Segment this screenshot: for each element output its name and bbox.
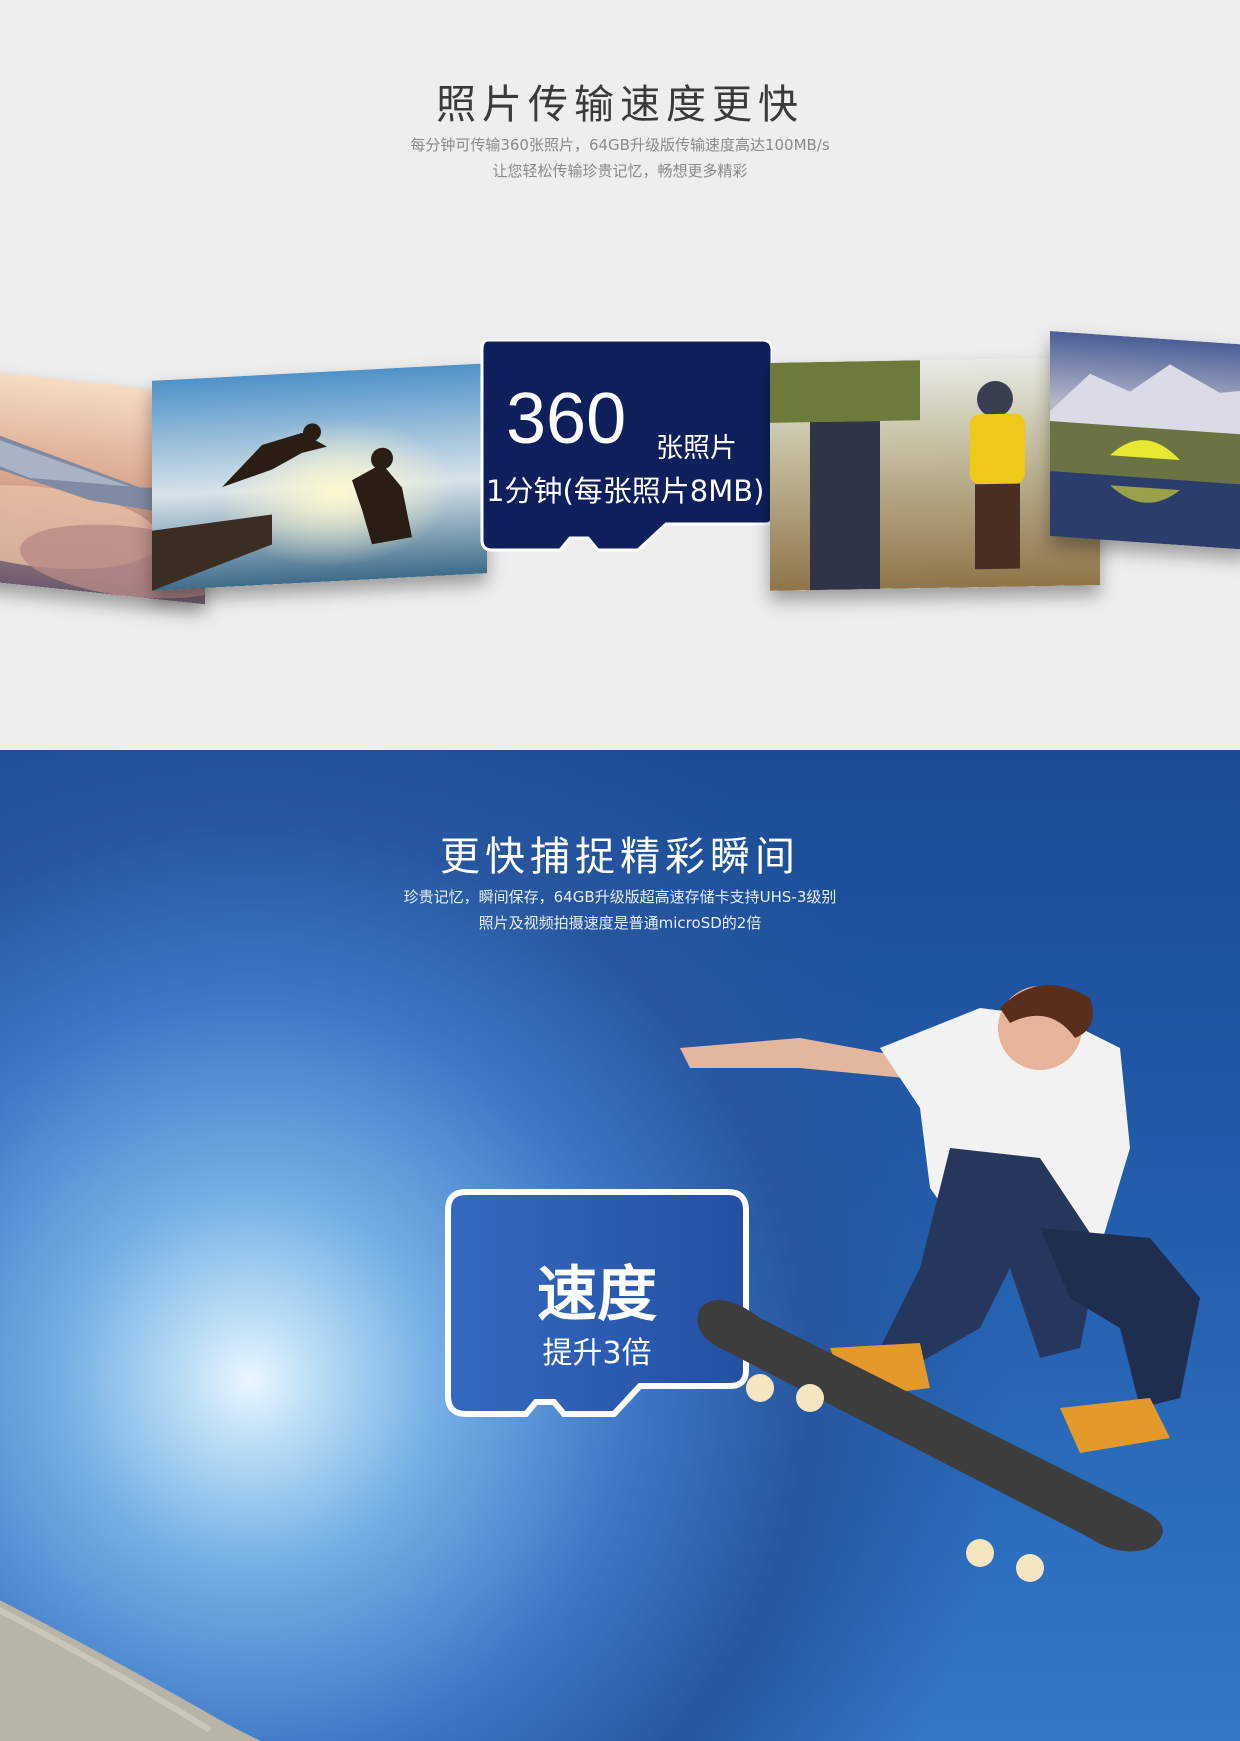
photos-per-minute-card: 360 张照片 1分钟(每张照片8MB) (478, 340, 772, 556)
skateboarder-image (680, 985, 1200, 1582)
section2-title: 更快捕捉精彩瞬间 (440, 834, 800, 880)
photo-count-detail: 1分钟(每张照片8MB) (486, 474, 765, 508)
tent-lake-photo (1050, 331, 1240, 550)
ground-curve (0, 1600, 262, 1741)
lake-family-photo (152, 363, 487, 591)
section2-subtitle-line1: 珍贵记忆，瞬间保存，64GB升级版超高速存储卡支持UHS-3级别 (403, 888, 837, 906)
capture-speed-section: 更快捕捉精彩瞬间 珍贵记忆，瞬间保存，64GB升级版超高速存储卡支持UHS-3级… (0, 750, 1240, 1741)
transfer-speed-section: 照片传输速度更快 每分钟可传输360张照片，64GB升级版传输速度高达100MB… (0, 0, 1240, 750)
section1-title: 照片传输速度更快 (436, 82, 804, 128)
section2-subtitle-line2: 照片及视频拍摄速度是普通microSD的2倍 (478, 914, 762, 932)
photo-count: 360 (506, 379, 627, 459)
section1-subtitle-line1: 每分钟可传输360张照片，64GB升级版传输速度高达100MB/s (410, 136, 830, 154)
photo-unit: 张照片 (656, 433, 737, 464)
product-page: 照片传输速度更快 每分钟可传输360张照片，64GB升级版传输速度高达100MB… (0, 0, 1240, 1741)
section1-subtitle-line2: 让您轻松传输珍贵记忆，畅想更多精彩 (492, 162, 748, 180)
